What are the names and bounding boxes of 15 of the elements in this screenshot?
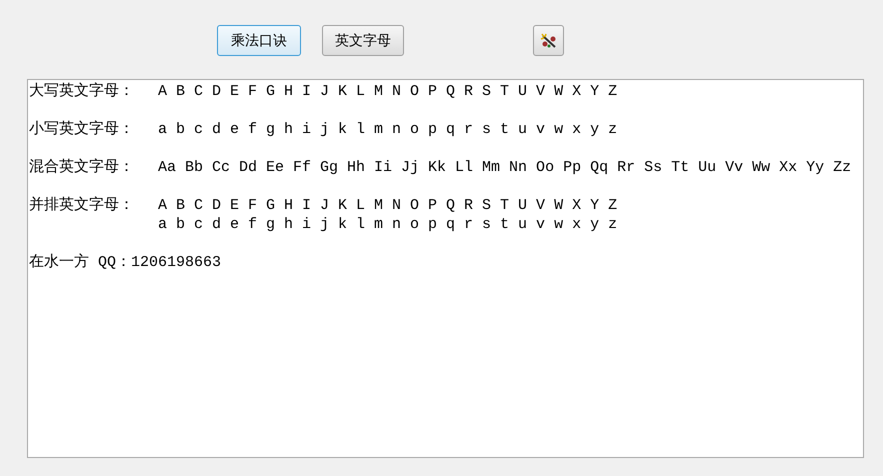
text-area[interactable] — [27, 79, 864, 458]
letters-text: a b c d e f g h i j k l m n o p q r s t u v w x y z — [158, 120, 618, 139]
text-line: 在水一方 QQ：1206198663 — [29, 253, 222, 272]
letters-text: A B C D E F G H I J K L M N O P Q R S T U V W X Y Z — [158, 82, 618, 101]
text-line: 小写英文字母： — [29, 120, 135, 139]
letters-text: a b c d e f g h i j k l m n o p q r s t u v w x y z — [158, 215, 618, 234]
text-line: 大写英文字母： — [29, 82, 135, 101]
tool-button[interactable] — [533, 25, 564, 56]
letters-text: Aa Bb Cc Dd Ee Ff Gg Hh Ii Jj Kk Ll Mm Nn Oo Pp Qq Rr Ss Tt Uu Vv Ww Xx Yy Zz — [158, 158, 852, 177]
tab-button[interactable]: 英文字母 — [322, 25, 404, 56]
text-line: 并排英文字母： — [29, 196, 135, 216]
tab-button[interactable]: 乘法口诀 — [217, 25, 301, 56]
text-line: 混合英文字母： — [29, 158, 135, 177]
magic-wand-icon — [540, 32, 558, 48]
letters-text: A B C D E F G H I J K L M N O P Q R S T U V W X Y Z — [158, 196, 618, 215]
